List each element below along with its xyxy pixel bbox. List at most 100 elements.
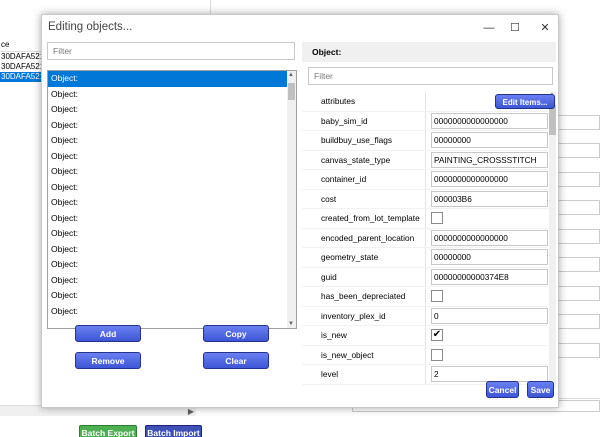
column-divider [425,189,426,209]
maximize-icon[interactable]: ☐ [506,20,524,36]
object-list-item[interactable]: Object: [48,257,296,273]
property-value-input[interactable]: 00000000000374E8 [431,268,548,285]
column-divider [425,345,426,365]
object-list-item[interactable]: Object: [48,118,296,134]
property-value-input[interactable]: 00000000 [431,249,548,265]
column-divider [425,287,426,307]
property-name: baby_sim_id [321,115,368,126]
property-value-input[interactable]: 000003B6 [431,190,548,207]
object-list-item[interactable]: Object: [48,149,296,165]
property-row-guid: guid 00000000000374E8 [302,267,548,287]
close-icon[interactable]: ✕ [536,20,554,36]
copy-button[interactable]: Copy [203,325,269,342]
property-name: created_from_lot_template [321,213,420,223]
object-filter-input[interactable]: Filter [47,42,295,60]
property-row-baby-sim-id: baby_sim_id 0000000000000000 [302,111,548,131]
remove-button[interactable]: Remove [75,352,141,369]
object-list-scrollbar[interactable]: ▲ ▼ [287,71,296,328]
property-row-is-new-object: is_new_object [302,345,548,365]
object-list-item[interactable]: Object: [48,164,296,180]
bg-field [557,200,600,215]
property-checkbox[interactable] [431,348,443,361]
property-row-is-new: is_new ✔ [302,326,548,346]
property-row-encoded-parent-location: encoded_parent_location 0000000000000000 [302,228,548,248]
property-value-input[interactable]: 0000000000000000 [431,229,548,246]
object-list-item[interactable]: Object: [48,273,296,289]
property-value-input[interactable]: 2 [431,366,548,382]
property-checkbox[interactable] [431,212,443,224]
object-list-item[interactable]: Object: [48,304,296,320]
cancel-button[interactable]: Cancel [486,381,519,398]
editing-objects-dialog: Editing objects... — ☐ ✕ Filter Object: O… [41,14,559,408]
object-list-item[interactable]: Object: [48,226,296,242]
scroll-right-icon[interactable]: ▶ [188,407,194,416]
minimize-icon[interactable]: — [480,20,498,36]
save-button[interactable]: Save [527,381,554,398]
bg-object-list: ce 30DAFA521D 30DAFA521D 30DAFA521D [0,38,42,82]
bg-list-item[interactable]: 30DAFA521D [0,52,42,62]
property-checkbox[interactable]: ✔ [431,329,443,341]
column-divider [425,170,426,190]
object-list-item-selected[interactable]: Object: [48,71,296,87]
property-name: canvas_state_type [321,154,391,165]
object-list-item[interactable]: Object: [48,211,296,227]
property-row-container-id: container_id 0000000000000000 [302,170,548,190]
property-value-input[interactable]: 0 [431,307,548,324]
property-name: level [321,369,339,379]
property-name: guid [321,271,337,282]
property-name: is_new_object [321,349,374,360]
column-divider [425,209,426,229]
property-name: geometry_state [321,252,379,262]
property-row-inventory-plex-id: inventory_plex_id 0 [302,306,548,326]
scroll-down-icon[interactable]: ▼ [288,321,294,327]
bg-list-item[interactable]: 30DAFA521D [0,62,42,72]
bg-field [557,314,600,329]
column-divider [425,131,426,151]
object-list-item[interactable]: Object: [48,87,296,103]
property-row-created-from-lot-template: created_from_lot_template [302,209,548,229]
property-name: inventory_plex_id [321,310,386,321]
object-list-item[interactable]: Object: [48,242,296,258]
title-bar[interactable]: Editing objects... — ☐ ✕ [42,15,558,43]
check-icon: ✔ [432,329,442,340]
object-list-item[interactable]: Object: [48,180,296,196]
scroll-up-icon[interactable]: ▲ [288,72,294,78]
object-list[interactable]: Object: Object: Object: Object: Object: Objec… [47,70,297,329]
property-value-input[interactable]: 0000000000000000 [431,112,548,129]
property-row-attributes: attributes Edit Items... [302,92,555,112]
column-divider [425,150,426,170]
object-list-item[interactable]: Object: [48,288,296,304]
property-row-geometry-state: geometry_state 00000000 [302,248,548,268]
property-filter-input[interactable]: Filter [308,67,553,85]
bg-field [557,286,600,301]
bg-field [557,115,600,130]
object-list-item[interactable]: Object: [48,102,296,118]
property-value-input[interactable]: PAINTING_CROSSSTITCH [431,151,548,168]
property-grid: ▲ ▼ attributesEdit Items...baby_sim_id00… [302,92,556,388]
property-row-buildbuy-use-flags: buildbuy_use_flags 00000000 [302,131,548,151]
object-list-item[interactable]: Object: [48,195,296,211]
add-button[interactable]: Add [75,325,141,342]
batch-import-button[interactable]: Batch Import [145,425,202,437]
scroll-thumb[interactable] [288,83,295,100]
property-checkbox[interactable] [431,290,443,302]
property-name: buildbuy_use_flags [321,135,393,145]
object-list-item[interactable]: Object: [48,133,296,149]
column-divider [425,248,426,268]
batch-export-button[interactable]: Batch Export [79,425,137,437]
scroll-thumb[interactable] [549,105,556,135]
bg-list-header: ce [0,38,42,52]
bg-field [557,143,600,158]
property-value-input[interactable]: 0000000000000000 [431,171,548,187]
property-row-cost: cost 000003B6 [302,189,548,209]
edit-items-button[interactable]: Edit Items... [495,94,555,109]
dialog-title: Editing objects... [48,21,133,33]
property-panel: Object: Filter ▲ ▼ attributes Edit Items.… [302,42,556,388]
property-value-input[interactable]: 00000000 [431,132,548,148]
property-row-canvas-state-type: canvas_state_type PAINTING_CROSSSTITCH [302,150,548,170]
clear-button[interactable]: Clear [203,352,269,369]
bg-list-item-selected[interactable]: 30DAFA521D [0,72,42,82]
property-name: attributes [321,96,356,106]
column-divider [425,92,426,112]
property-grid-scrollbar[interactable]: ▲ ▼ [549,92,556,388]
